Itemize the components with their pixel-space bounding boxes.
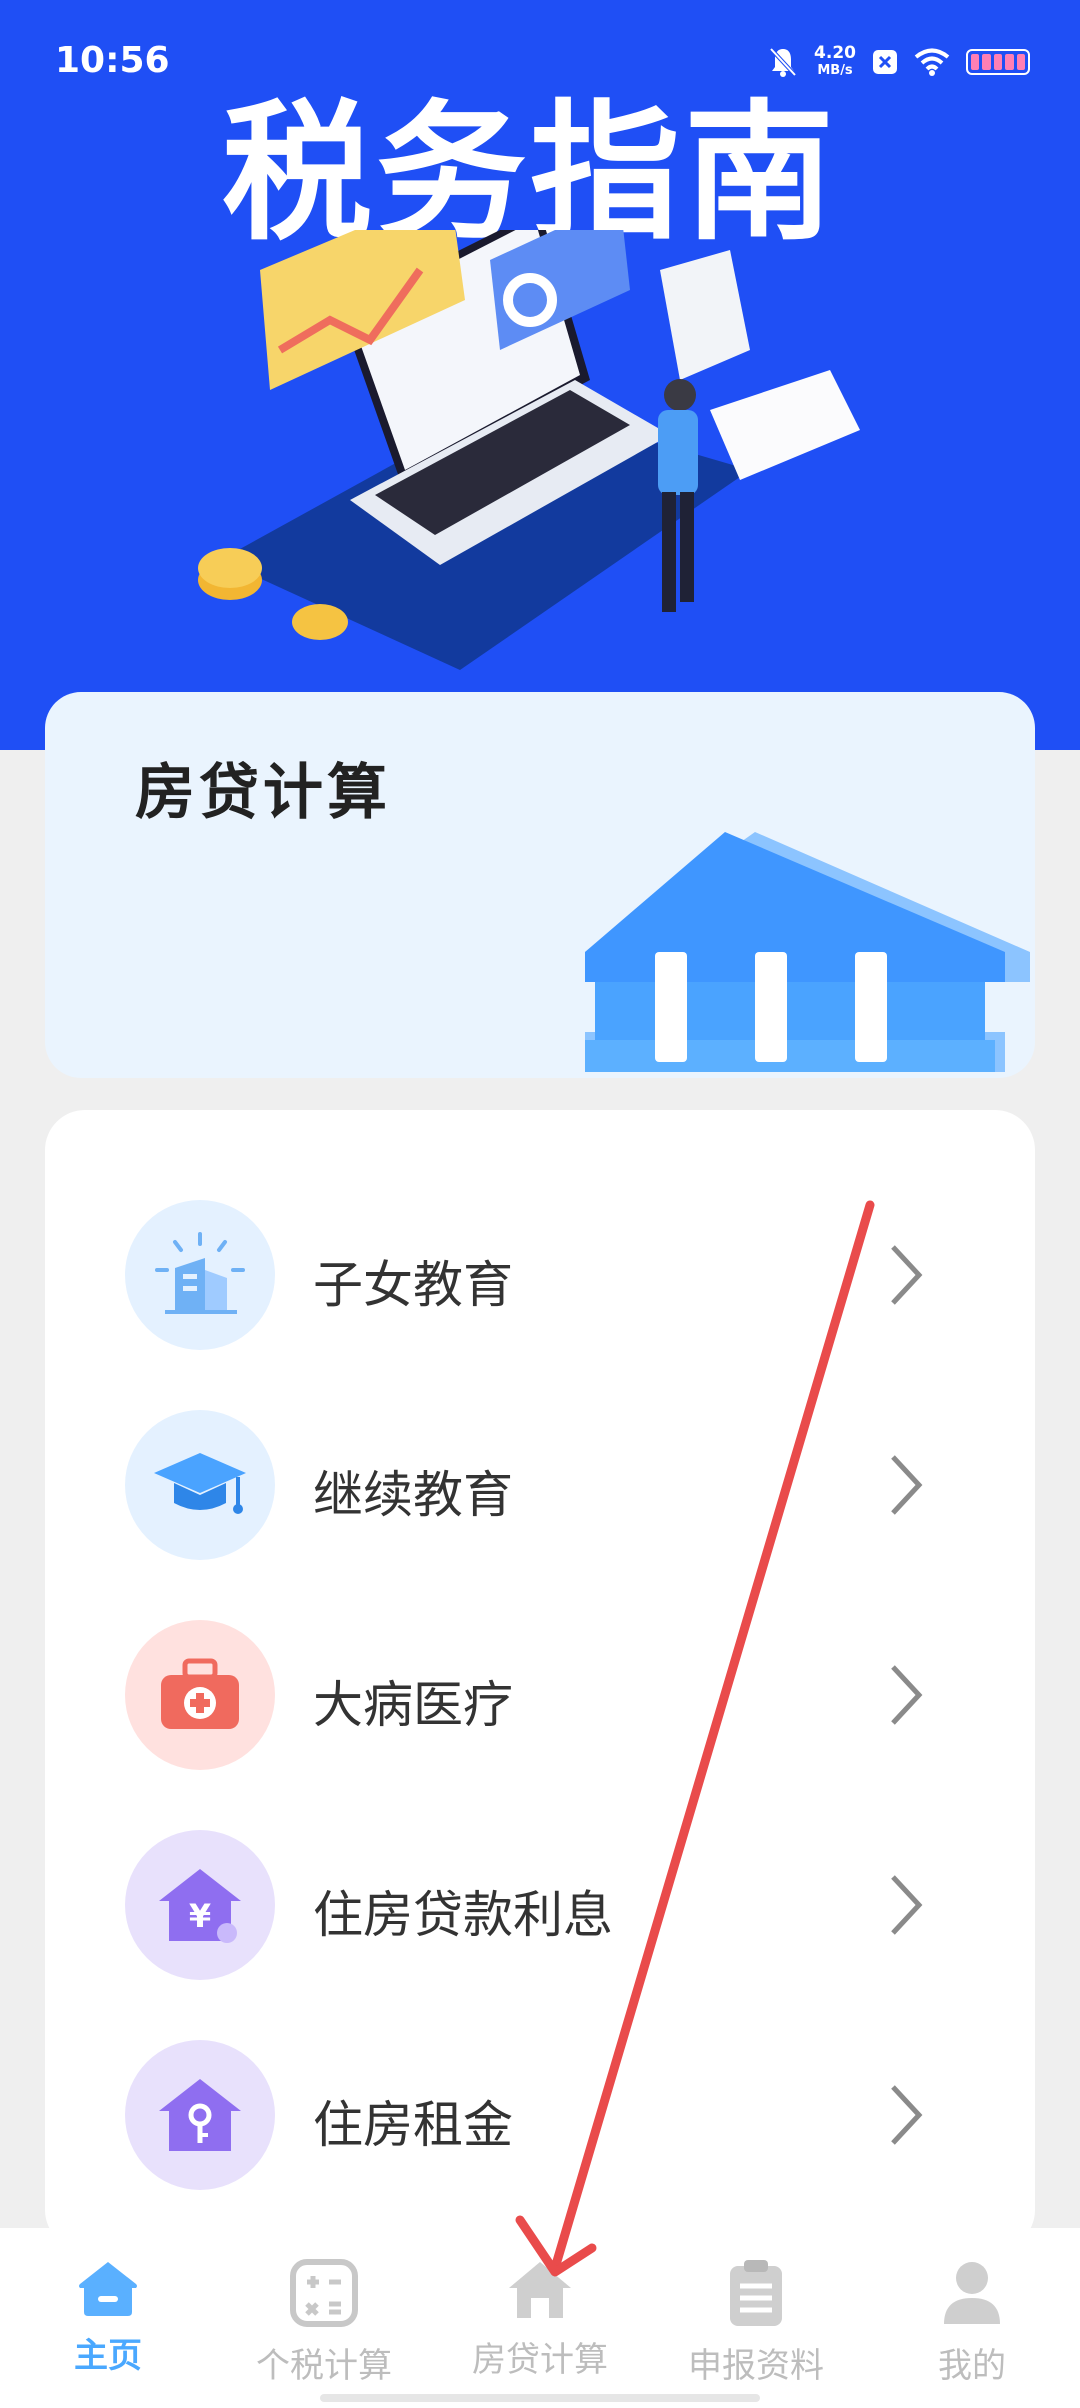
calculator-icon	[290, 2259, 358, 2327]
tab-filing-documents[interactable]: 申报资料	[648, 2258, 864, 2408]
list-item-children-education[interactable]: 子女教育	[45, 1185, 1035, 1365]
tab-label: 个税计算	[256, 2346, 392, 2386]
chevron-right-icon	[891, 1665, 923, 1725]
bottom-tab-bar: 主页 个税计算 房贷计算 申报资料 我的	[0, 2228, 1080, 2408]
house-icon	[509, 2262, 571, 2318]
chevron-right-icon	[891, 2085, 923, 2145]
user-icon	[944, 2262, 1000, 2324]
laptop-finance-illustration	[198, 230, 860, 670]
list-item-label: 大病医疗	[313, 1676, 513, 1734]
list-item-housing-loan-interest[interactable]: ¥ 住房贷款利息	[45, 1815, 1035, 1995]
list-item-label: 子女教育	[313, 1256, 513, 1314]
tab-profile[interactable]: 我的	[864, 2258, 1080, 2408]
house-key-icon	[125, 2040, 275, 2190]
list-item-housing-rent[interactable]: 住房租金	[45, 2025, 1035, 2205]
home-indicator	[320, 2394, 760, 2402]
tab-label: 我的	[938, 2346, 1006, 2386]
tab-label: 申报资料	[688, 2346, 824, 2386]
mortgage-card-title: 房贷计算	[135, 758, 391, 828]
clipboard-icon	[730, 2260, 782, 2326]
bank-building-icon	[585, 832, 1030, 1072]
tab-mortgage-calculator[interactable]: 房贷计算	[432, 2258, 648, 2408]
list-item-label: 住房租金	[313, 2096, 513, 2154]
tab-tax-calculator[interactable]: 个税计算	[216, 2258, 432, 2408]
tab-label: 主页	[74, 2336, 142, 2376]
list-item-serious-illness-medical[interactable]: 大病医疗	[45, 1605, 1035, 1785]
chevron-right-icon	[891, 1455, 923, 1515]
house-yuan-icon: ¥	[125, 1830, 275, 1980]
deduction-list: 子女教育 继续教育 大病医疗 ¥ 住房贷款利息 住房租金	[45, 1110, 1035, 2250]
svg-text:¥: ¥	[189, 1897, 211, 1935]
medical-kit-icon	[125, 1620, 275, 1770]
list-item-label: 继续教育	[313, 1466, 513, 1524]
list-item-continuing-education[interactable]: 继续教育	[45, 1395, 1035, 1575]
mortgage-calculator-card[interactable]: 房贷计算	[45, 692, 1035, 1078]
hero-banner: 10:56 4.20 MB/s 税务指南	[0, 0, 1080, 750]
list-item-label: 住房贷款利息	[313, 1886, 613, 1944]
tab-label: 房贷计算	[472, 2340, 608, 2380]
home-icon	[79, 2262, 137, 2316]
chevron-right-icon	[891, 1875, 923, 1935]
chevron-right-icon	[891, 1245, 923, 1305]
graduation-cap-icon	[125, 1410, 275, 1560]
tab-home[interactable]: 主页	[0, 2258, 216, 2408]
school-building-icon	[125, 1200, 275, 1350]
